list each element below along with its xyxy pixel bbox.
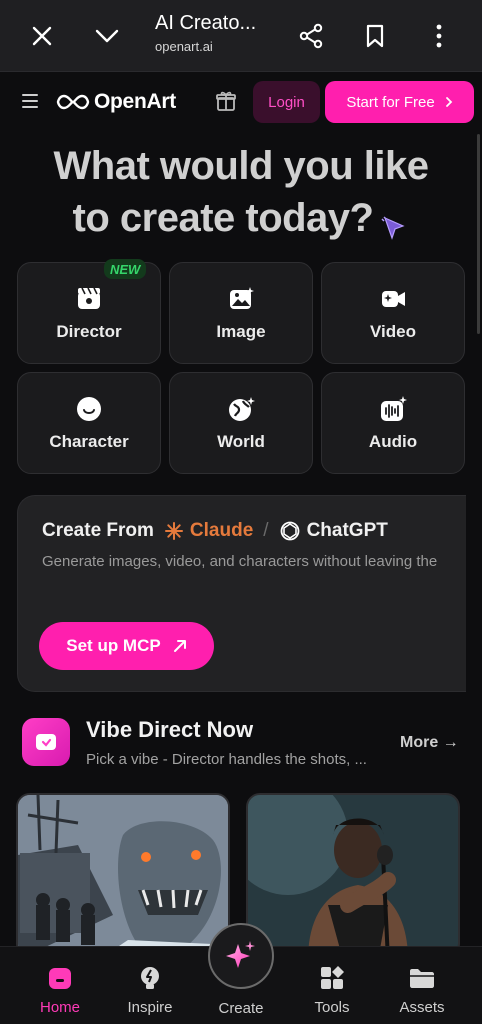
sea-monster-image <box>18 795 228 956</box>
more-link[interactable]: More → <box>400 734 459 752</box>
hero-heading: What would you like to create today? <box>0 140 482 244</box>
nav-inspire-label: Inspire <box>127 999 173 1016</box>
nav-inspire[interactable]: Inspire <box>110 947 190 1024</box>
nav-tools[interactable]: Tools <box>292 947 372 1024</box>
infinity-logo-icon <box>56 94 90 110</box>
hero-heading-line2-wrap: to create today? <box>0 192 482 244</box>
folder-icon <box>407 963 437 993</box>
tile-character-label: Character <box>49 432 129 451</box>
browser-url: openart.ai <box>155 39 213 54</box>
more-vertical-icon[interactable] <box>421 18 457 54</box>
set-up-mcp-button[interactable]: Set up MCP <box>39 622 214 670</box>
tile-audio[interactable]: Audio <box>321 372 465 474</box>
create-from-card: Create From Claude / ChatGPT Generate im… <box>17 495 466 692</box>
director-icon <box>74 284 104 314</box>
nav-assets-label: Assets <box>399 999 445 1016</box>
set-up-mcp-label: Set up MCP <box>66 636 161 655</box>
vibe-card-sea-monster[interactable] <box>16 793 230 958</box>
create-from-row: Create From Claude / ChatGPT <box>42 520 388 542</box>
site-header: OpenArt Login Start for Free <box>0 72 482 134</box>
login-button[interactable]: Login <box>253 81 320 123</box>
image-icon <box>226 284 256 314</box>
chatgpt-label: ChatGPT <box>306 520 388 541</box>
tile-video-label: Video <box>370 322 416 341</box>
browser-page-title: AI Creato... <box>155 12 257 34</box>
sparkle-cursor-icon <box>379 205 409 241</box>
gift-icon[interactable] <box>214 89 238 113</box>
vibe-card-singer[interactable] <box>246 793 460 958</box>
lightbulb-icon <box>135 963 165 993</box>
browser-title-area[interactable]: AI Creato... openart.ai <box>155 12 256 54</box>
hero-heading-line2: to create today? <box>72 196 374 240</box>
audio-icon <box>378 394 408 424</box>
menu-icon[interactable] <box>22 94 38 108</box>
tools-grid-icon <box>317 963 347 993</box>
world-icon <box>226 394 256 424</box>
create-from-description: Generate images, video, and characters w… <box>42 553 438 570</box>
tile-director-label: Director <box>56 322 122 341</box>
singer-image <box>248 795 458 956</box>
home-icon <box>45 963 75 993</box>
nav-create-button[interactable] <box>208 923 274 989</box>
vibe-direct-icon <box>22 718 70 766</box>
tile-audio-label: Audio <box>368 432 418 451</box>
vibe-direct-title: Vibe Direct Now <box>86 717 254 742</box>
start-for-free-button[interactable]: Start for Free <box>325 81 474 123</box>
video-icon <box>378 284 408 314</box>
nav-home-label: Home <box>39 999 80 1016</box>
sparkle-icon <box>226 941 255 968</box>
arrow-up-right-icon <box>173 640 186 652</box>
chevron-down-icon[interactable] <box>89 18 125 54</box>
chevron-right-icon <box>445 97 452 107</box>
openart-logo[interactable]: OpenArt <box>56 90 176 114</box>
nav-create-label: Create <box>218 1000 264 1017</box>
create-from-label: Create From <box>42 520 154 541</box>
browser-toolbar: AI Creato... openart.ai <box>0 0 482 72</box>
claude-icon <box>164 522 183 540</box>
logo-text: OpenArt <box>94 90 176 113</box>
share-icon[interactable] <box>293 18 329 54</box>
claude-link[interactable]: Claude <box>164 520 253 542</box>
nav-home[interactable]: Home <box>20 947 100 1024</box>
vibe-direct-subtitle: Pick a vibe - Director handles the shots… <box>86 751 367 768</box>
bookmark-icon[interactable] <box>357 18 393 54</box>
separator-slash: / <box>263 520 269 541</box>
tile-character[interactable]: Character <box>17 372 161 474</box>
claude-label: Claude <box>189 520 254 541</box>
tile-world-label: World <box>217 432 265 451</box>
tile-world[interactable]: World <box>169 372 313 474</box>
chatgpt-link[interactable]: ChatGPT <box>279 520 388 542</box>
tile-image[interactable]: Image <box>169 262 313 364</box>
chatgpt-icon <box>280 521 299 541</box>
start-for-free-label: Start for Free <box>346 93 435 111</box>
close-icon[interactable] <box>24 18 60 54</box>
nav-tools-label: Tools <box>314 999 350 1016</box>
new-badge: NEW <box>104 259 147 279</box>
tile-video[interactable]: Video <box>321 262 465 364</box>
tile-image-label: Image <box>216 322 266 341</box>
hero-heading-line1: What would you like <box>53 144 429 188</box>
nav-assets[interactable]: Assets <box>382 947 462 1024</box>
character-icon <box>74 394 104 424</box>
